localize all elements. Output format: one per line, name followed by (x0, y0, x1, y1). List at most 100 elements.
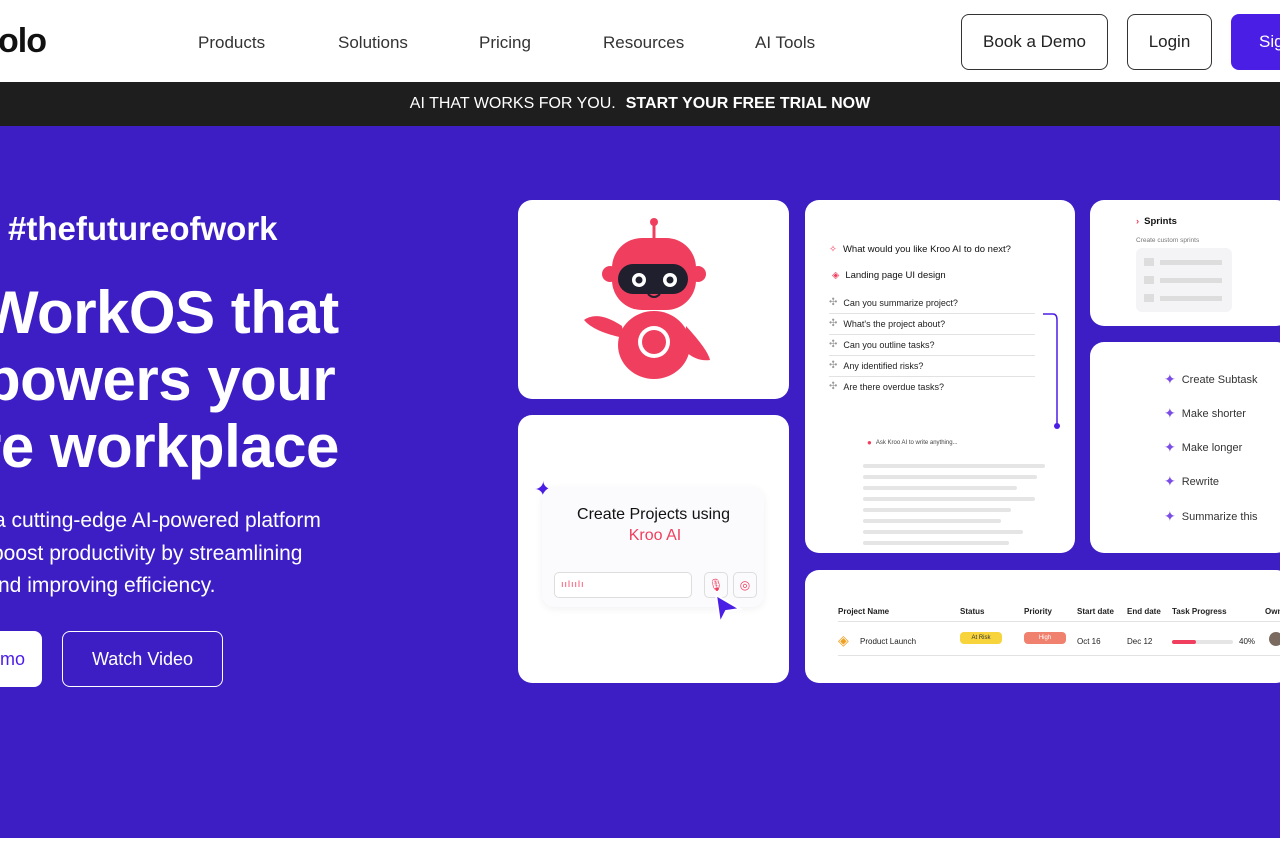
skeleton-line (863, 475, 1037, 479)
skeleton-line (863, 508, 1011, 512)
divider (838, 655, 1280, 656)
skeleton-line (863, 486, 1017, 490)
sprints-title-text: Sprints (1144, 216, 1177, 227)
project-table-card: Project Name Status Priority Start date … (805, 570, 1280, 683)
ask-ai-input[interactable]: ● Ask Kroo AI to write anything... (867, 438, 958, 447)
create-projects-card: ✦ Create Projects using Kroo AI ıılıılı … (518, 415, 789, 683)
hero-subtext-line-2: boost productivity by streamlining (0, 542, 303, 565)
page: olo Products Solutions Pricing Resources… (0, 0, 1280, 855)
promo-banner: AI THAT WORKS FOR YOU. START YOUR FREE T… (0, 82, 1280, 126)
voice-input[interactable]: ıılıılı (554, 572, 692, 598)
skeleton-line (863, 541, 1009, 545)
ai-project: ◈ Landing page UI design (832, 270, 946, 281)
divider (838, 621, 1280, 622)
book-demo-button[interactable]: Book a Demo (961, 14, 1108, 70)
sprints-title: › Sprints (1136, 216, 1177, 227)
divider (829, 376, 1035, 377)
sparkle-icon: ✣ (829, 360, 838, 371)
layers-icon: ◈ (838, 632, 849, 648)
robot-mascot-icon (584, 218, 710, 379)
sprint-line (1160, 278, 1222, 283)
sprint-line (1160, 296, 1222, 301)
banner-text: AI THAT WORKS FOR YOU. (409, 95, 616, 112)
table-header: Own (1265, 607, 1280, 616)
divider (829, 313, 1035, 314)
end-date: Dec 12 (1127, 637, 1153, 646)
signup-button[interactable]: Sig (1231, 14, 1280, 70)
ai-actions-card: ✦ Create Subtask ✦ Make shorter ✦ Make long… (1090, 342, 1280, 553)
sparkle-icon: ✦ (1164, 371, 1176, 387)
cursor-icon (714, 593, 742, 625)
sparkle-icon: ✦ (1164, 508, 1176, 524)
ask-ai-placeholder: Ask Kroo AI to write anything... (875, 439, 958, 446)
menu-rewrite[interactable]: ✦ Rewrite (1164, 473, 1219, 490)
sparkle-icon: ✧ (829, 244, 837, 255)
divider (829, 355, 1035, 356)
skeleton-line (863, 530, 1023, 534)
create-projects-title: Create Projects using (577, 506, 730, 523)
logo[interactable]: olo (0, 22, 47, 61)
hero-section: #thefutureofwork WorkOS that powers your… (0, 126, 1280, 838)
table-header: End date (1127, 607, 1161, 616)
ai-prompt-text: Can you outline tasks? (843, 339, 935, 350)
divider (829, 334, 1035, 335)
hero-demo-button[interactable]: mo (0, 631, 42, 687)
menu-summarize[interactable]: ✦ Summarize this (1164, 508, 1258, 525)
ai-prompt-item[interactable]: ✣ Any identified risks? (829, 360, 923, 371)
priority-badge: High (1024, 632, 1066, 644)
menu-item-label: Create Subtask (1181, 373, 1258, 386)
status-badge: At Risk (960, 632, 1002, 644)
nav-solutions[interactable]: Solutions (338, 33, 408, 53)
ai-prompt-item[interactable]: ✣ What's the project about? (829, 318, 945, 329)
banner-cta-link[interactable]: START YOUR FREE TRIAL NOW (626, 95, 870, 113)
menu-create-subtask[interactable]: ✦ Create Subtask (1164, 371, 1258, 388)
ai-prompt-item[interactable]: ✣ Can you summarize project? (829, 297, 958, 308)
ai-prompt-item[interactable]: ✣ Can you outline tasks? (829, 339, 934, 350)
sprint-checkbox (1144, 294, 1154, 302)
sparkle-icon: ✣ (829, 318, 838, 329)
sprint-line (1160, 260, 1222, 265)
table-header: Priority (1024, 607, 1053, 616)
ai-question: ✧ What would you like Kroo AI to do next… (829, 244, 1011, 255)
ai-project-text: Landing page UI design (845, 270, 946, 281)
sparkle-icon: ✦ (1164, 405, 1176, 421)
watch-video-button[interactable]: Watch Video (62, 631, 223, 687)
sparkle-icon: ✣ (829, 297, 838, 308)
robot-card (518, 200, 789, 399)
hero-subtext-line-3: nd improving efficiency. (0, 574, 216, 597)
sprints-card: › Sprints Create custom sprints (1090, 200, 1280, 326)
avatar (1269, 632, 1280, 646)
chevron-right-icon: › (1136, 216, 1140, 227)
nav-resources[interactable]: Resources (603, 33, 684, 53)
progress-fill (1172, 640, 1197, 644)
nav-products[interactable]: Products (198, 33, 265, 53)
progress-label: 40% (1239, 637, 1256, 646)
hero-headline-line-2: powers your (0, 346, 336, 413)
table-header: Project Name (838, 607, 890, 616)
project-name[interactable]: Product Launch (860, 637, 916, 646)
sparkle-icon: ✦ (1164, 439, 1176, 455)
ai-prompt-item[interactable]: ✣ Are there overdue tasks? (829, 381, 944, 392)
menu-make-longer[interactable]: ✦ Make longer (1164, 439, 1242, 456)
layers-icon: ◈ (832, 270, 840, 281)
ai-prompt-text: Can you summarize project? (843, 297, 958, 308)
sparkle-icon: ✣ (829, 381, 838, 392)
nav-pricing[interactable]: Pricing (479, 33, 531, 53)
table-header: Task Progress (1172, 607, 1227, 616)
login-button[interactable]: Login (1127, 14, 1212, 70)
ai-prompt-text: Are there overdue tasks? (843, 381, 944, 392)
site-header: olo Products Solutions Pricing Resources… (0, 0, 1280, 82)
menu-item-label: Make longer (1181, 441, 1243, 454)
nav-ai-tools[interactable]: AI Tools (755, 33, 815, 53)
ai-question-text: What would you like Kroo AI to do next? (842, 244, 1011, 255)
skeleton-line (863, 464, 1045, 468)
table-header: Status (960, 607, 985, 616)
menu-make-shorter[interactable]: ✦ Make shorter (1164, 405, 1246, 422)
menu-item-label: Make shorter (1181, 407, 1246, 420)
sprint-checkbox (1144, 276, 1154, 284)
sprints-subtitle: Create custom sprints (1136, 237, 1200, 244)
sparkle-icon: ✣ (829, 339, 838, 350)
skeleton-line (863, 497, 1035, 501)
menu-item-label: Rewrite (1181, 475, 1220, 488)
sprints-preview (1136, 248, 1232, 312)
